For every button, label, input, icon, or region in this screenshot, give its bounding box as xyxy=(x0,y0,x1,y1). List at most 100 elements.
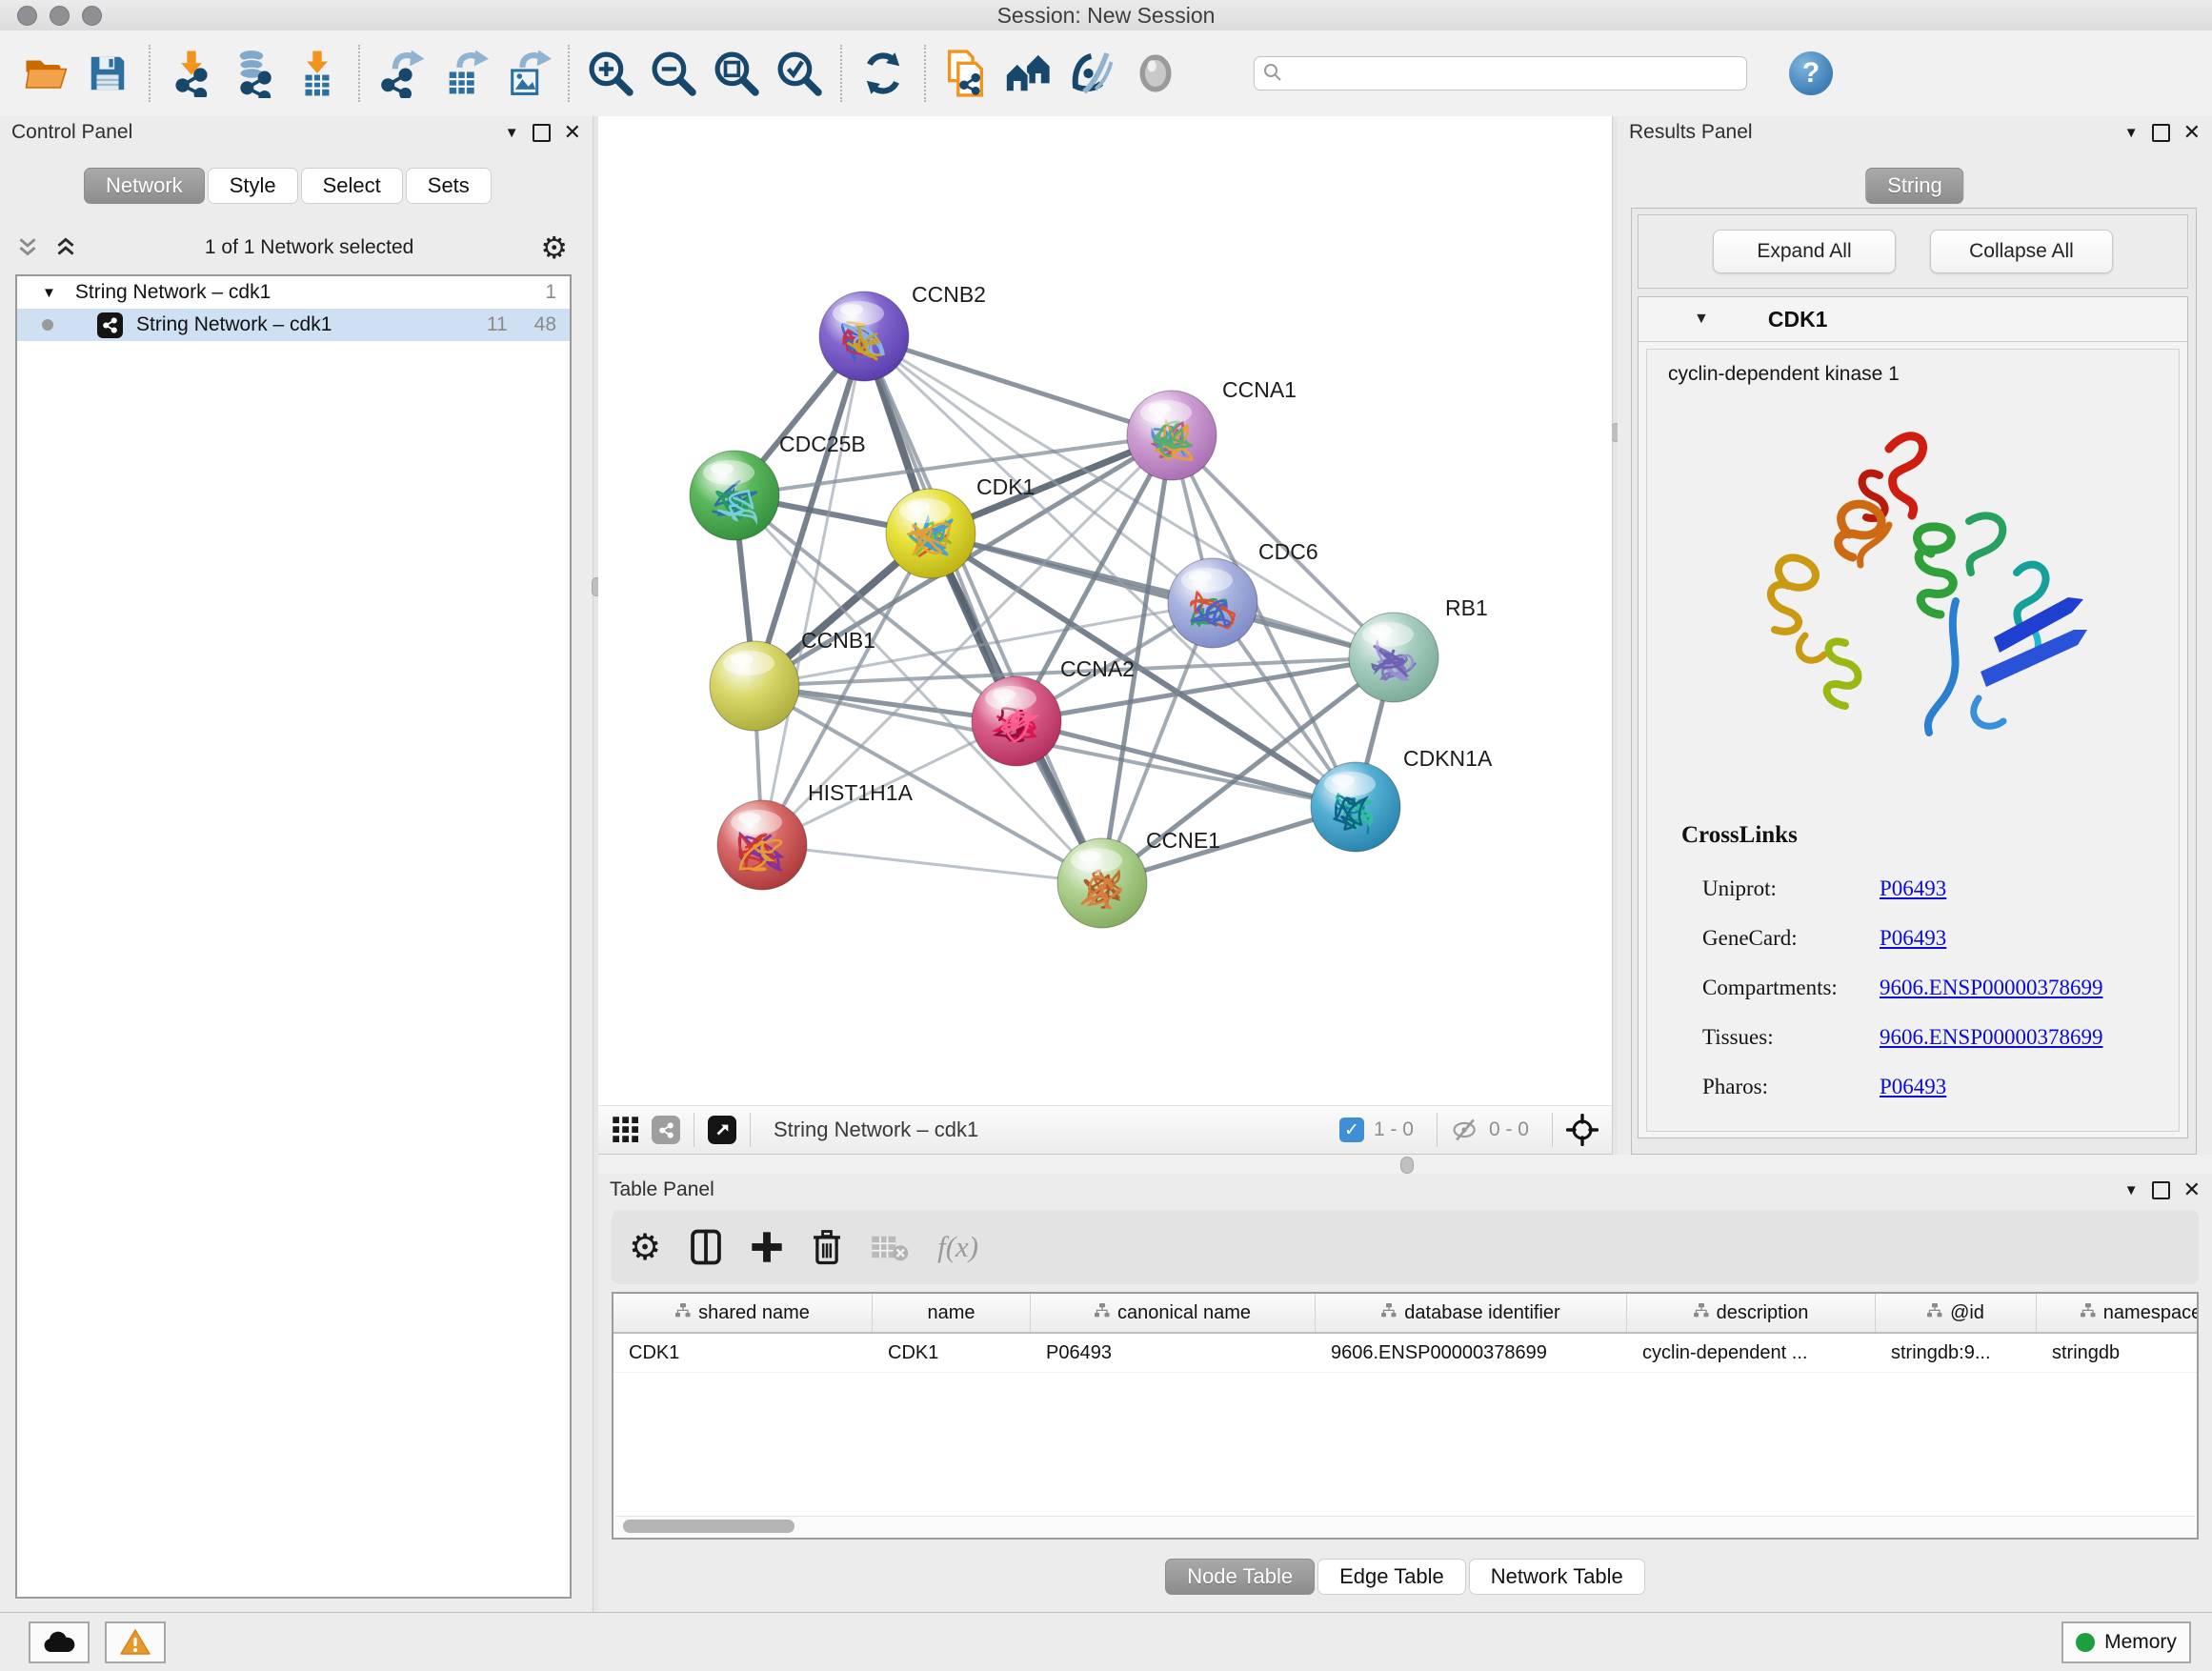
help-button[interactable]: ? xyxy=(1789,51,1833,95)
grid-view-icon[interactable] xyxy=(612,1116,640,1144)
network-node-CDC25B[interactable]: CDC25B xyxy=(690,432,866,540)
crosslink-link[interactable]: P06493 xyxy=(1880,926,1946,951)
birds-eye-view-icon[interactable] xyxy=(708,1116,736,1144)
column-header-shared-name[interactable]: shared name xyxy=(613,1294,873,1332)
import-network-from-database-button[interactable] xyxy=(223,42,286,105)
network-list-options-gear-icon[interactable]: ⚙ xyxy=(540,230,568,266)
tab-node-table[interactable]: Node Table xyxy=(1165,1559,1315,1595)
network-node-CDKN1A[interactable]: CDKN1A xyxy=(1311,746,1493,852)
export-image-button[interactable] xyxy=(495,42,558,105)
column-header-namespace[interactable]: namespace xyxy=(2037,1294,2199,1332)
panel-float-icon[interactable] xyxy=(533,124,551,142)
network-node-CCNA1[interactable]: CCNA1 xyxy=(1127,377,1297,480)
column-header-@id[interactable]: @id xyxy=(1876,1294,2037,1332)
window-title: Session: New Session xyxy=(0,3,2212,29)
crosslink-link[interactable]: 9606.ENSP00000378699 xyxy=(1880,1025,2103,1050)
fit-selection-crosshair-icon[interactable] xyxy=(1566,1114,1599,1146)
crosslink-link[interactable]: P06493 xyxy=(1880,1075,1946,1099)
tree-expand-caret-icon[interactable]: ▼ xyxy=(42,285,56,301)
export-network-button[interactable] xyxy=(370,42,432,105)
column-network-icon xyxy=(2081,1302,2096,1324)
table-options-gear-icon[interactable]: ⚙ xyxy=(629,1226,661,1269)
panel-menu-caret-icon[interactable]: ▼ xyxy=(2124,1182,2139,1198)
network-edge-CDK1-RB1[interactable] xyxy=(931,534,1394,657)
panel-close-icon[interactable]: ✕ xyxy=(564,122,581,143)
network-edge-CCNB2-HIST1H1A[interactable] xyxy=(762,336,864,845)
import-table-button[interactable] xyxy=(286,42,349,105)
add-column-plus-icon[interactable] xyxy=(751,1231,783,1263)
column-header-canonical-name[interactable]: canonical name xyxy=(1031,1294,1316,1332)
import-network-button[interactable] xyxy=(160,42,223,105)
open-session-button[interactable] xyxy=(13,42,76,105)
tab-network-table[interactable]: Network Table xyxy=(1469,1559,1645,1595)
horizontal-scrollbar-thumb[interactable] xyxy=(623,1520,794,1533)
save-session-button[interactable] xyxy=(76,42,139,105)
network-node-CCNE1[interactable]: CCNE1 xyxy=(1057,828,1220,928)
export-table-button[interactable] xyxy=(432,42,495,105)
collapse-all-chevrons-icon[interactable] xyxy=(15,235,40,260)
table-cell[interactable]: P06493 xyxy=(1031,1334,1316,1372)
zoom-out-button[interactable] xyxy=(642,42,705,105)
table-cell[interactable]: cyclin-dependent ... xyxy=(1627,1334,1876,1372)
network-node-HIST1H1A[interactable]: HIST1H1A xyxy=(717,780,914,890)
horizontal-scrollbar[interactable] xyxy=(615,1516,2195,1536)
table-cell[interactable]: stringdb xyxy=(2037,1334,2199,1372)
panel-float-icon[interactable] xyxy=(2152,124,2170,142)
table-cell[interactable]: 9606.ENSP00000378699 xyxy=(1316,1334,1627,1372)
search-input[interactable] xyxy=(1254,56,1747,91)
panel-close-icon[interactable]: ✕ xyxy=(2183,122,2201,143)
memory-button[interactable]: Memory xyxy=(2061,1621,2191,1663)
table-cell[interactable]: CDK1 xyxy=(873,1334,1031,1372)
warnings-button[interactable] xyxy=(105,1621,166,1663)
crosslink-link[interactable]: P06493 xyxy=(1880,876,1946,901)
expand-all-chevrons-icon[interactable] xyxy=(53,235,78,260)
network-overview-icon[interactable] xyxy=(652,1116,680,1144)
tab-sets[interactable]: Sets xyxy=(406,168,492,204)
column-header-database-identifier[interactable]: database identifier xyxy=(1316,1294,1627,1332)
horizontal-splitter-handle[interactable] xyxy=(1400,1157,1414,1174)
column-header-name[interactable]: name xyxy=(873,1294,1031,1332)
panel-float-icon[interactable] xyxy=(2152,1181,2170,1199)
collapse-entry-caret-icon[interactable]: ▼ xyxy=(1694,311,1709,328)
table-cell[interactable]: CDK1 xyxy=(613,1334,873,1372)
zoom-selected-button[interactable] xyxy=(768,42,831,105)
cloud-status-button[interactable] xyxy=(29,1621,90,1663)
zoom-fit-button[interactable] xyxy=(705,42,768,105)
hide-selected-button[interactable] xyxy=(1061,42,1124,105)
zoom-in-button[interactable] xyxy=(579,42,642,105)
column-header-description[interactable]: description xyxy=(1627,1294,1876,1332)
panel-close-icon[interactable]: ✕ xyxy=(2183,1179,2201,1200)
node-details-header[interactable]: ▼ CDK1 xyxy=(1639,297,2187,342)
node-label-CCNB2: CCNB2 xyxy=(912,282,986,307)
collapse-all-button[interactable]: Collapse All xyxy=(1930,230,2113,273)
delete-column-trash-icon[interactable] xyxy=(812,1229,842,1265)
network-collection-row[interactable]: ▼ String Network – cdk1 1 xyxy=(17,276,570,309)
panel-menu-caret-icon[interactable]: ▼ xyxy=(2124,125,2139,141)
network-canvas[interactable]: CCNB2CCNA1CDC25BCDK1CDC6RB1CCNB1CCNA2CDK… xyxy=(598,116,1612,1105)
crosslink-link[interactable]: 9606.ENSP00000378699 xyxy=(1880,976,2103,1000)
delete-table-icon[interactable] xyxy=(871,1233,909,1261)
tab-network[interactable]: Network xyxy=(84,168,205,204)
tab-string[interactable]: String xyxy=(1865,168,1963,204)
horizontal-splitter[interactable] xyxy=(598,1155,2212,1174)
tab-edge-table[interactable]: Edge Table xyxy=(1317,1559,1466,1595)
selected-nodes-checkbox-icon[interactable]: ✓ xyxy=(1339,1117,1364,1142)
tab-select[interactable]: Select xyxy=(301,168,403,204)
expand-all-button[interactable]: Expand All xyxy=(1713,230,1896,273)
function-builder-icon[interactable]: f(x) xyxy=(937,1230,978,1264)
show-columns-icon[interactable] xyxy=(690,1229,722,1265)
network-edge-CCNE1-HIST1H1A[interactable] xyxy=(762,845,1102,883)
network-edge-CCNB2-CCNA1[interactable] xyxy=(864,336,1172,435)
refresh-view-button[interactable] xyxy=(852,42,915,105)
network-row-selected[interactable]: String Network – cdk1 11 48 xyxy=(17,309,570,341)
table-cell[interactable]: stringdb:9... xyxy=(1876,1334,2037,1372)
panel-menu-caret-icon[interactable]: ▼ xyxy=(505,125,519,141)
new-session-button[interactable] xyxy=(998,42,1061,105)
tab-style[interactable]: Style xyxy=(208,168,298,204)
network-node-RB1[interactable]: RB1 xyxy=(1349,595,1488,702)
crosslink-row: Compartments:9606.ENSP00000378699 xyxy=(1702,963,2160,1013)
clone-network-button[interactable] xyxy=(935,42,998,105)
network-node-CDK1[interactable]: CDK1 xyxy=(886,474,1035,578)
table-row[interactable]: CDK1CDK1P064939606.ENSP00000378699cyclin… xyxy=(613,1334,2197,1373)
show-all-button[interactable] xyxy=(1124,42,1187,105)
